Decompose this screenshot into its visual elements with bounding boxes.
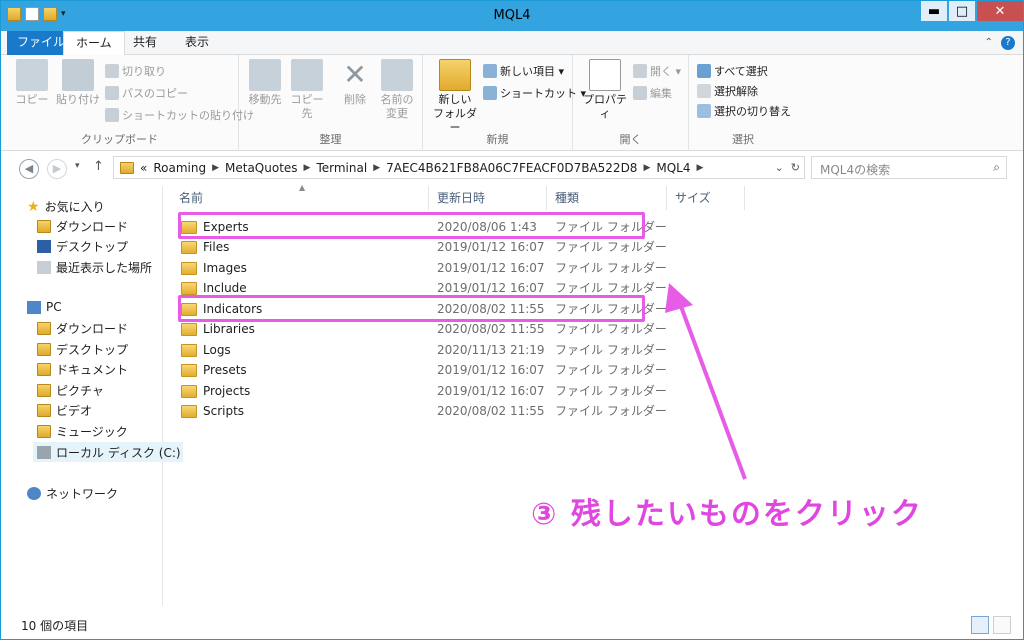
annotation-arrow bbox=[665, 283, 747, 480]
item-count: 10 個の項目 bbox=[21, 619, 89, 633]
status-bar: 10 個の項目 bbox=[1, 613, 1023, 639]
details-view-icon[interactable] bbox=[971, 616, 989, 634]
annotation-text: ③ 残したいものをクリック bbox=[531, 497, 923, 532]
arrow-head bbox=[665, 283, 693, 313]
arrow-shaft bbox=[677, 300, 747, 480]
explorer-window: ▾ MQL4 ▬ □ ✕ ファイル ホーム 共有 表示 ⌃ ? コピー 貼り付け… bbox=[0, 0, 1024, 640]
large-icons-view-icon[interactable] bbox=[993, 616, 1011, 634]
